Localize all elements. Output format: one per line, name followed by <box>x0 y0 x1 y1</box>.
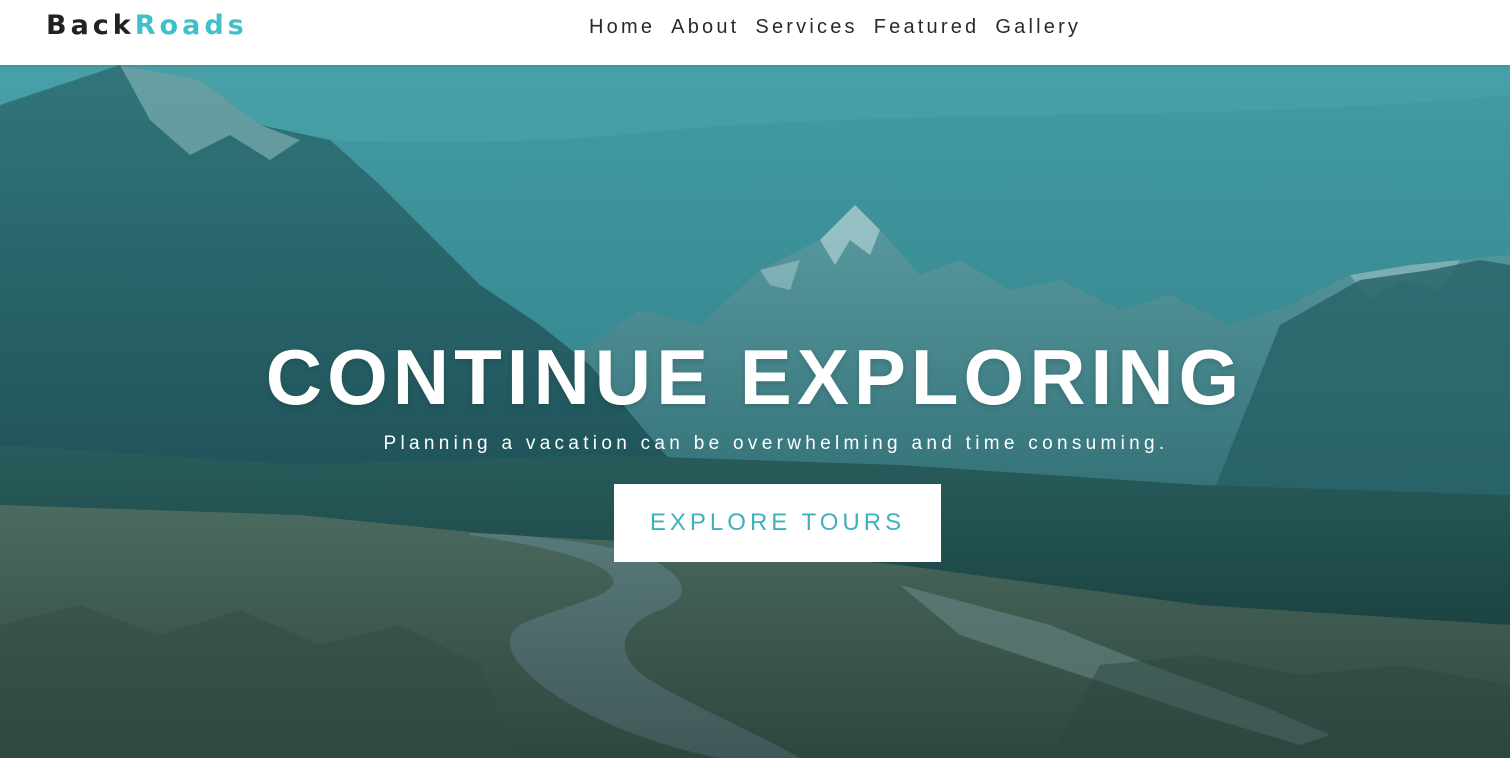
nav-links: Home About Services Featured Gallery <box>589 14 1081 40</box>
hero-subtitle: Planning a vacation can be overwhelming … <box>383 433 1169 454</box>
nav-link-gallery[interactable]: Gallery <box>995 14 1081 40</box>
nav-item-gallery: Gallery <box>995 14 1081 40</box>
explore-tours-button[interactable]: EXPLORE TOURS <box>614 484 941 562</box>
hero-title: CONTINUE EXPLORING <box>265 333 1245 421</box>
brand-logo-part1: Back <box>46 10 135 41</box>
nav-link-featured[interactable]: Featured <box>874 14 980 40</box>
nav-item-services: Services <box>755 14 873 40</box>
brand-logo-part2: Roads <box>134 10 248 41</box>
nav-item-about: About <box>671 14 755 40</box>
navbar: BackRoads Home About Services Featured G… <box>0 0 1510 65</box>
brand-logo[interactable]: BackRoads <box>46 10 248 42</box>
nav-item-home: Home <box>589 14 671 40</box>
nav-link-about[interactable]: About <box>671 14 739 40</box>
nav-link-services[interactable]: Services <box>755 14 857 40</box>
nav-link-home[interactable]: Home <box>589 14 655 40</box>
nav-item-featured: Featured <box>874 14 996 40</box>
hero-section: CONTINUE EXPLORING Planning a vacation c… <box>0 65 1510 758</box>
